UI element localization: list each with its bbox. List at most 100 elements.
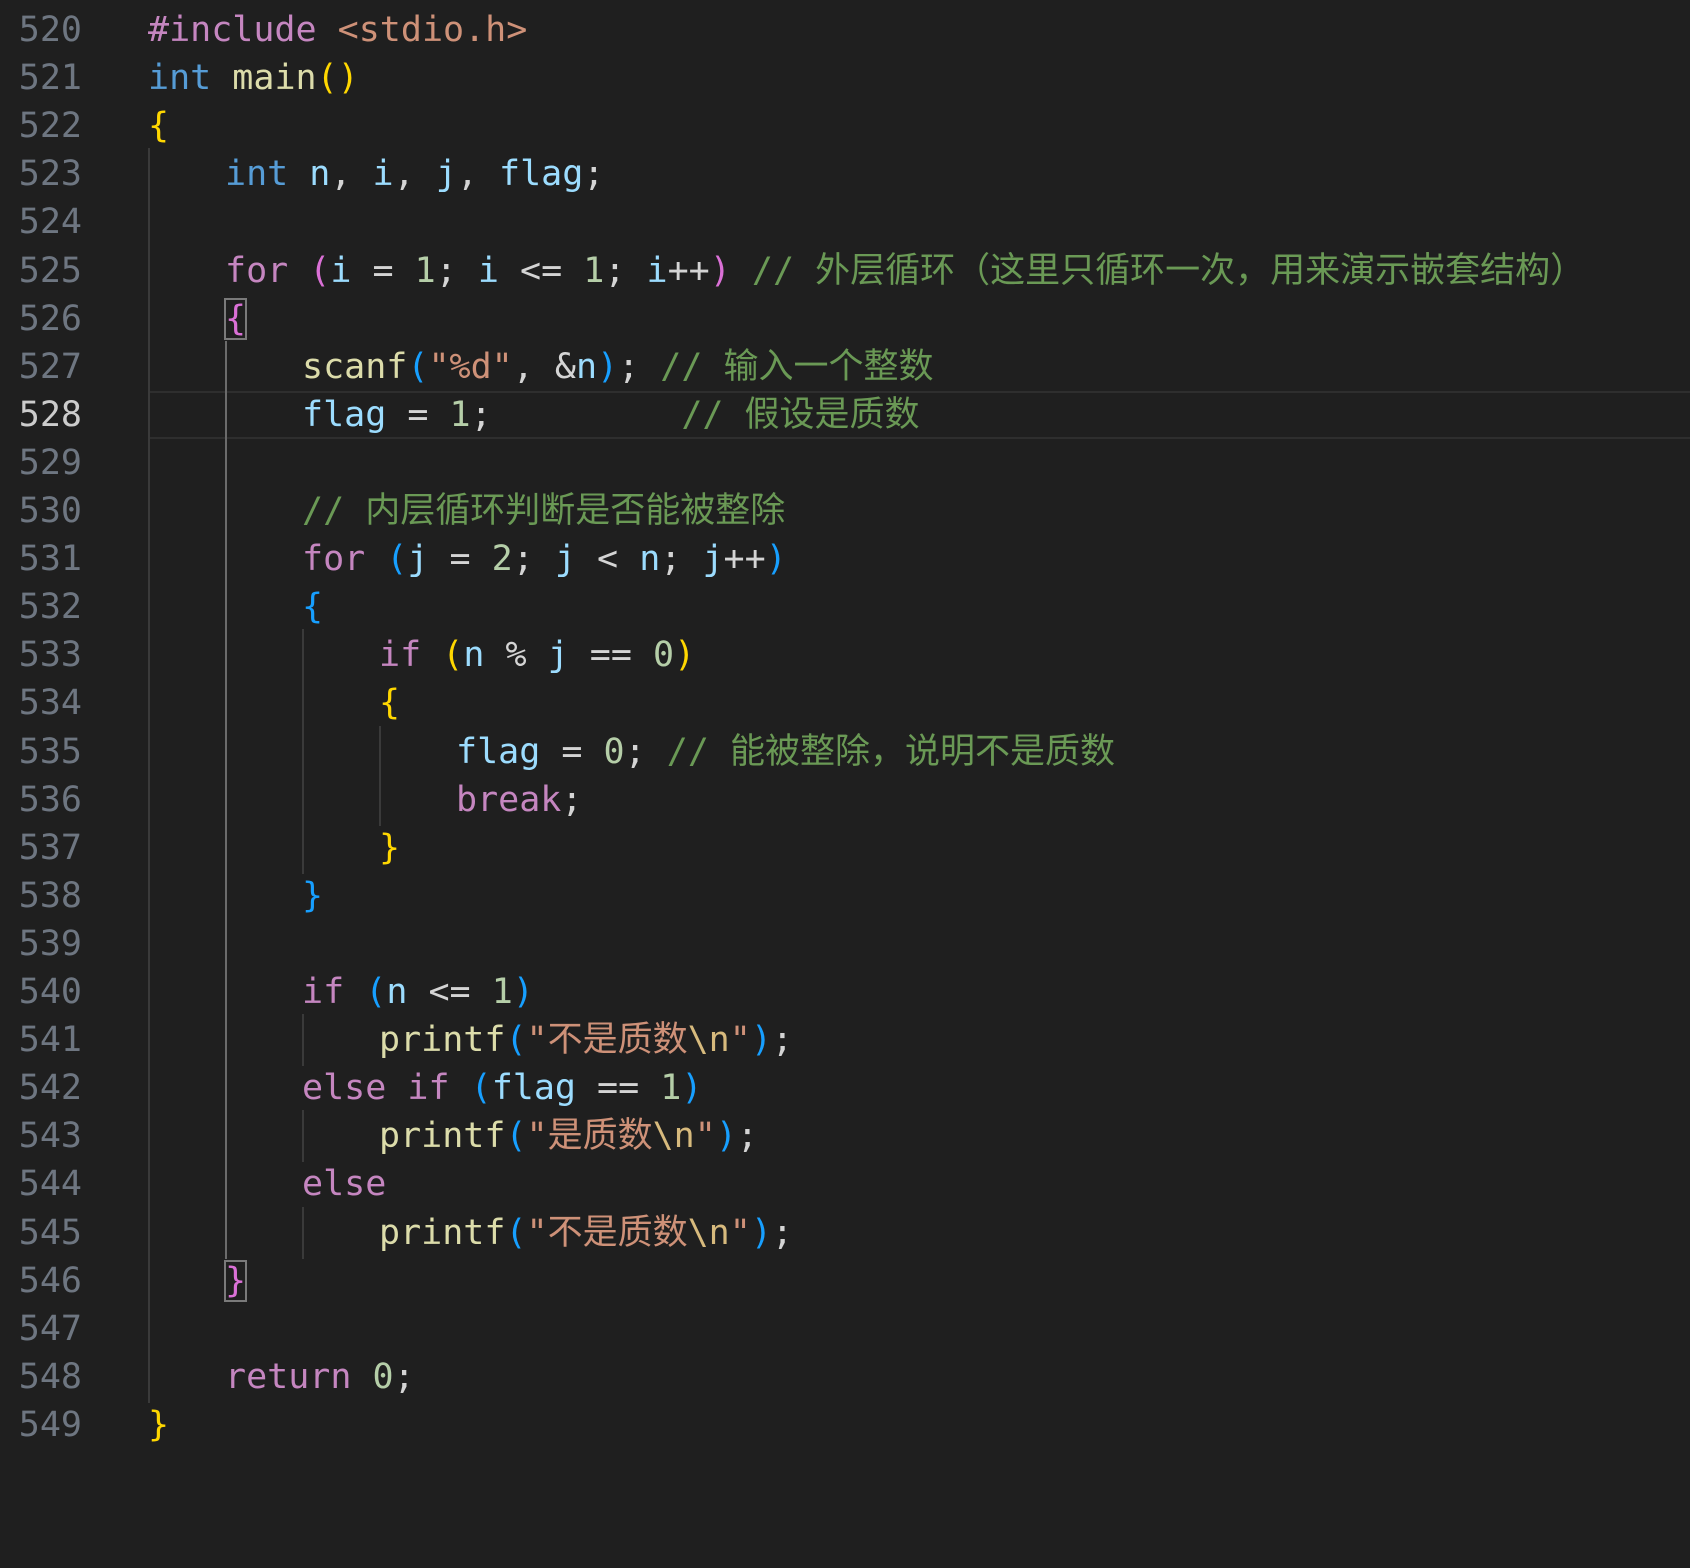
code-token: =	[351, 250, 415, 291]
code-token: #include	[148, 10, 338, 50]
line-number: 543	[18, 1116, 82, 1157]
code-line[interactable]: 523 int n, i, j, flag;	[0, 148, 1690, 201]
code-token: )	[715, 1116, 737, 1157]
code-text: else	[302, 1158, 386, 1210]
code-token: j	[702, 539, 724, 580]
code-text: // 内层循环判断是否能被整除	[302, 485, 785, 537]
code-token: ++	[723, 539, 766, 580]
line-number: 524	[18, 202, 82, 243]
indent-guide	[225, 1014, 227, 1067]
indent-guide	[148, 196, 150, 249]
code-token: <	[575, 539, 640, 580]
code-token: i	[330, 250, 352, 291]
code-line[interactable]: 520 #include <stdio.h>	[0, 4, 1690, 56]
code-token: n	[575, 346, 598, 387]
code-line[interactable]: 549}	[0, 1399, 1690, 1451]
indent-guide	[225, 773, 227, 826]
code-line[interactable]: 535 flag = 0; // 能被整除，说明不是质数	[0, 725, 1690, 778]
code-token: (	[442, 635, 464, 676]
indent-guide	[148, 340, 150, 393]
indent-guide	[379, 725, 381, 778]
code-line[interactable]: 545 printf("不是质数\n");	[0, 1206, 1690, 1259]
code-token: // 内层循环判断是否能被整除	[302, 491, 786, 531]
code-line[interactable]: 527 scanf("%d", &n); // 输入一个整数	[0, 340, 1690, 393]
code-token: ,	[512, 346, 555, 387]
code-line[interactable]: 543 printf("是质数\n");	[0, 1110, 1690, 1163]
indent-guide	[225, 485, 227, 537]
code-token: printf	[379, 1116, 506, 1157]
code-line[interactable]: 534 {	[0, 677, 1690, 730]
code-token: if	[302, 972, 345, 1012]
indent-guide	[148, 581, 150, 634]
line-number: 526	[18, 298, 82, 339]
code-token: )	[750, 1020, 772, 1061]
code-text: if (n <= 1)	[302, 966, 534, 1018]
code-token: ;	[435, 250, 478, 291]
code-token: )	[750, 1212, 772, 1253]
code-line[interactable]: 546}	[0, 1254, 1690, 1307]
code-text: {	[379, 677, 400, 729]
code-line[interactable]: 544 else	[0, 1158, 1690, 1211]
code-line[interactable]: 521 int main()	[0, 52, 1690, 104]
code-token: ,	[393, 154, 436, 195]
indent-guide	[148, 485, 150, 537]
code-token: "	[729, 1212, 751, 1253]
code-line[interactable]: 536 break;	[0, 773, 1690, 826]
code-text: }	[223, 1255, 248, 1307]
code-token: // 假设是质数	[681, 394, 920, 435]
code-token: else	[302, 1164, 387, 1205]
indent-guide	[148, 869, 150, 922]
line-number: 538	[18, 875, 82, 916]
code-text: for (i = 1; i <= 1; i++) // 外层循环（这里只循环一次…	[225, 245, 1585, 297]
code-line[interactable]: 526 {	[0, 292, 1690, 345]
code-line[interactable]: 542 else if (flag == 1)	[0, 1062, 1690, 1115]
code-line[interactable]: 547	[0, 1302, 1690, 1355]
indent-guide	[148, 1062, 150, 1115]
code-line[interactable]: 530 // 内层循环判断是否能被整除	[0, 485, 1690, 537]
code-token: 1	[449, 394, 471, 435]
code-token: ,	[456, 154, 499, 195]
code-text: for (j = 2; j < n; j++)	[302, 533, 787, 585]
code-line[interactable]: 531 for (j = 2; j < n; j++)	[0, 533, 1690, 586]
code-line[interactable]: 548 return 0;	[0, 1350, 1690, 1403]
code-line[interactable]: 540 if (n <= 1)	[0, 966, 1690, 1018]
code-line[interactable]: 522 {	[0, 100, 1690, 152]
code-line[interactable]: 533 if (n % j == 0)	[0, 629, 1690, 682]
code-token: n	[386, 972, 408, 1012]
code-line[interactable]: 524	[0, 196, 1690, 249]
indent-guide	[225, 629, 227, 682]
line-number: 522	[18, 106, 82, 147]
line-number: 528	[18, 394, 82, 435]
code-token: <=	[498, 250, 584, 291]
code-editor[interactable]: 520 #include <stdio.h> 521 int main() 522 {52…	[0, 0, 1690, 1568]
code-token: 0	[603, 731, 625, 772]
code-line[interactable]: 537}	[0, 821, 1690, 874]
indent-guide	[302, 1014, 304, 1067]
indent-guide	[148, 1254, 150, 1307]
code-token: if	[407, 1068, 450, 1109]
indent-guide	[148, 533, 150, 586]
code-text: {	[148, 100, 169, 152]
indent-guide	[148, 1302, 150, 1355]
code-token: (	[407, 346, 429, 387]
indent-guide	[225, 725, 227, 778]
code-token: ,	[330, 154, 373, 195]
code-token: ;	[561, 779, 583, 820]
line-number: 545	[18, 1212, 82, 1253]
code-token: flag	[302, 394, 387, 435]
indent-guide	[148, 244, 150, 297]
code-line[interactable]: 528 flag = 1; // 假设是质数	[0, 388, 1690, 441]
code-token: return	[225, 1356, 352, 1397]
code-line[interactable]: 529	[0, 436, 1690, 489]
code-line[interactable]: 539	[0, 917, 1690, 970]
indent-guide	[225, 581, 227, 634]
code-token: ;	[624, 731, 667, 772]
code-line[interactable]: 538}	[0, 869, 1690, 922]
code-line[interactable]: 525 for (i = 1; i <= 1; i++) // 外层循环（这里只循…	[0, 244, 1690, 297]
code-line[interactable]: 541 printf("不是质数\n");	[0, 1014, 1690, 1067]
code-line[interactable]: 532 {	[0, 581, 1690, 634]
code-token: {	[302, 587, 324, 628]
